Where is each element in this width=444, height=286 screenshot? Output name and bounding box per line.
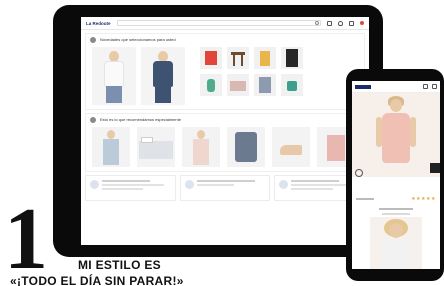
promo-icon — [90, 180, 99, 189]
account-icon[interactable] — [423, 84, 428, 89]
phone-device: ★★★★★ — [346, 69, 444, 281]
promo-card[interactable] — [179, 175, 271, 201]
product-thumb-cushions[interactable] — [227, 74, 249, 96]
product-model-blouse[interactable] — [182, 127, 220, 167]
phone-header — [352, 81, 440, 93]
product-model-jumpsuit[interactable] — [141, 47, 185, 105]
article-title-line2: «¡TODO EL DÍA SIN PARAR!» — [10, 274, 184, 286]
site-logo[interactable]: La Redoute — [86, 21, 111, 26]
tablet-screen: La Redoute Novedades que seleccionamos p… — [81, 17, 369, 245]
description-link-text — [379, 208, 413, 210]
search-input[interactable] — [116, 20, 321, 26]
article-title-line1: MI ESTILO ES — [78, 258, 161, 272]
product-thumb-green-vase[interactable] — [200, 74, 222, 96]
recommended-section: Esto es lo que recomendamos especialment… — [85, 113, 365, 172]
product-model-tshirt[interactable] — [92, 127, 130, 167]
product-thumb-yellow-top[interactable] — [254, 47, 276, 69]
site-logo[interactable] — [355, 84, 371, 89]
wishlist-icon[interactable] — [338, 20, 343, 26]
zoom-button[interactable] — [430, 163, 440, 173]
color-swatch[interactable] — [355, 169, 363, 177]
promo-icon — [184, 180, 194, 189]
promo-cards — [85, 175, 366, 201]
product-hero-image[interactable] — [352, 93, 440, 177]
star-rating[interactable]: ★★★★★ — [411, 196, 436, 202]
account-icon[interactable] — [327, 20, 332, 26]
product-model-image[interactable] — [370, 217, 422, 269]
new-arrivals-section: Novedades que seleccionamos para usted — [85, 33, 365, 110]
cart-badge — [360, 21, 364, 25]
product-grid — [200, 47, 303, 96]
tablet-device: La Redoute Novedades que seleccionamos p… — [53, 5, 383, 257]
product-heels[interactable] — [272, 127, 310, 167]
cart-icon[interactable] — [349, 20, 354, 26]
section-title: Novedades que seleccionamos para usted — [100, 37, 176, 42]
rating-row: ★★★★★ — [352, 193, 440, 205]
promo-card[interactable] — [85, 175, 176, 201]
description-link[interactable] — [352, 208, 440, 215]
section-title: Esto es lo que recomendamos especialment… — [100, 117, 181, 122]
product-row — [86, 45, 364, 109]
avatar — [90, 116, 96, 123]
section-header: Esto es lo que recomendamos especialment… — [86, 114, 364, 125]
cart-icon[interactable] — [432, 84, 437, 89]
product-thumb-teal-mug[interactable] — [281, 74, 303, 96]
promo-icon — [279, 180, 289, 189]
section-header: Novedades que seleccionamos para usted — [86, 34, 364, 45]
product-thumb-red-bag[interactable] — [200, 47, 222, 69]
description-link-sub — [382, 213, 410, 215]
product-thumb-side-table[interactable] — [227, 47, 249, 69]
product-thumb-jacket[interactable] — [254, 74, 276, 96]
rating-label — [356, 198, 374, 200]
phone-screen: ★★★★★ — [352, 81, 440, 269]
avatar — [90, 36, 96, 43]
search-icon[interactable] — [315, 21, 319, 25]
product-bedding[interactable] — [137, 127, 175, 167]
product-model-white-top[interactable] — [92, 47, 136, 105]
product-printed-jacket[interactable] — [227, 127, 265, 167]
product-thumb-cabinet[interactable] — [281, 47, 303, 69]
product-row — [86, 125, 364, 171]
article-number: 1 — [4, 191, 48, 286]
app-header: La Redoute — [81, 17, 369, 30]
